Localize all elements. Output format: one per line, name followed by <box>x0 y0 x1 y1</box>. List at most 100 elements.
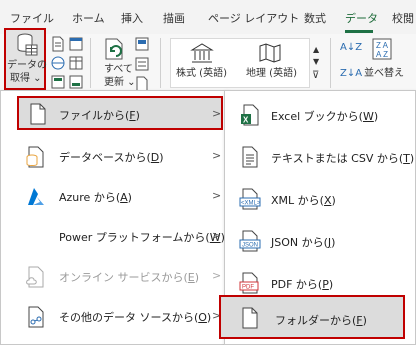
sort-az-icon[interactable]: A↓Z <box>340 42 362 54</box>
gallery-up-icon[interactable]: ▲ <box>313 44 319 56</box>
gallery-down-icon[interactable]: ▼ <box>313 56 319 68</box>
accelerator-key: P <box>322 278 329 291</box>
tab-formulas[interactable]: 数式 <box>304 10 326 26</box>
xml-icon: <XML> <box>239 188 261 210</box>
accelerator-key: T <box>403 152 410 165</box>
geography-map-icon[interactable] <box>258 42 282 64</box>
queries-connections-icon[interactable] <box>134 36 150 52</box>
from-web-small-icon[interactable] <box>50 55 66 71</box>
pdf-icon: PDF <box>239 272 259 294</box>
menu-item-from-file[interactable]: ファイルから(F) > <box>17 96 223 130</box>
sort-button[interactable]: 並べ替え <box>364 68 404 80</box>
submenu-item-label: PDF から( <box>271 278 323 291</box>
svg-text:Z A: Z A <box>376 41 389 50</box>
accelerator-key: X <box>323 194 332 207</box>
menu-item-from-power-platform[interactable]: Power プラットフォームから(W) > <box>1 218 227 256</box>
from-text-icon[interactable] <box>50 36 66 52</box>
label-suffix: ) <box>159 151 164 164</box>
label-suffix: ) <box>328 278 334 291</box>
menu-item-from-database[interactable]: データベースから(D) > <box>1 138 227 176</box>
submenu-arrow-icon: > <box>212 149 222 162</box>
stocks-button[interactable]: 株式 (英語) <box>176 68 227 80</box>
from-web-icon[interactable] <box>68 36 84 52</box>
accelerator-key: E <box>187 271 195 284</box>
azure-icon <box>28 188 44 205</box>
excel-workbook-icon: X <box>241 104 259 126</box>
sort-dialog-icon[interactable]: Z A A Z <box>372 38 392 60</box>
json-icon-text: JSON <box>242 243 258 249</box>
submenu-item-from-excel-workbook[interactable]: X Excel ブックから(W) <box>225 97 415 133</box>
submenu-item-from-text-csv[interactable]: テキストまたは CSV から(T) <box>225 139 415 175</box>
folder-file-icon <box>242 307 258 329</box>
database-table-icon <box>17 33 38 56</box>
other-sources-icon <box>28 306 44 328</box>
get-data-button[interactable]: データの 取得 ⌄ <box>4 28 47 90</box>
cloud-file-icon <box>26 266 44 288</box>
ribbon-separator <box>90 38 91 88</box>
submenu-item-label: フォルダーから( <box>275 314 357 327</box>
label-suffix: ) <box>127 191 132 204</box>
ribbon-tab-bar: ファイル ホーム 挿入 描画 ページ レイアウト 数式 データ 校閲 <box>0 0 416 34</box>
label-suffix: ) <box>373 110 379 123</box>
ribbon-separator-3 <box>330 38 331 88</box>
gallery-more-icon[interactable]: ⊽ <box>312 70 319 82</box>
menu-item-label: Azure から( <box>59 191 121 204</box>
text-csv-icon <box>242 146 258 168</box>
from-table-icon[interactable] <box>68 55 84 71</box>
label-suffix: ) <box>362 314 367 327</box>
refresh-all-label-line1: すべて <box>104 64 133 75</box>
label-suffix: ) <box>331 236 336 249</box>
sort-za-icon[interactable]: Z↓A <box>340 68 362 80</box>
refresh-all-label-line2: 更新 ⌄ <box>104 77 136 88</box>
pdf-icon-text: PDF <box>242 285 254 291</box>
accelerator-key: D <box>150 151 160 164</box>
database-icon <box>26 146 44 168</box>
menu-item-label: Power プラットフォームから( <box>59 231 210 244</box>
geography-button[interactable]: 地理 (英語) <box>246 68 297 80</box>
tab-home[interactable]: ホーム <box>72 10 105 26</box>
tab-file[interactable]: ファイル <box>10 10 54 26</box>
get-data-menu: ファイルから(F) > データベースから(D) > Azure から(A) > … <box>0 90 228 345</box>
menu-item-from-other-sources[interactable]: その他のデータ ソースから(O) > <box>1 298 227 336</box>
existing-connections-icon[interactable] <box>68 74 84 90</box>
menu-item-label: オンライン サービスから( <box>59 271 188 284</box>
properties-icon[interactable] <box>134 56 150 72</box>
menu-item-from-azure[interactable]: Azure から(A) > <box>1 178 227 216</box>
menu-item-label: ファイルから( <box>59 109 130 122</box>
svg-text:A Z: A Z <box>376 50 388 59</box>
tab-review[interactable]: 校閲 <box>392 10 414 26</box>
submenu-arrow-icon: > <box>212 107 222 120</box>
submenu-item-label: XML から( <box>271 194 324 207</box>
submenu-item-label: JSON から( <box>271 236 328 249</box>
menu-item-from-online-services[interactable]: オンライン サービスから(E) > <box>1 258 227 296</box>
label-suffix: ) <box>409 152 415 165</box>
submenu-item-from-folder[interactable]: フォルダーから(F) <box>219 295 405 339</box>
accelerator-key: O <box>198 311 207 324</box>
tab-insert[interactable]: 挿入 <box>121 10 143 26</box>
from-file-submenu: X Excel ブックから(W) テキストまたは CSV から(T) <XML>… <box>219 90 416 345</box>
tab-data[interactable]: データ <box>345 10 378 26</box>
submenu-item-label: テキストまたは CSV から( <box>271 152 404 165</box>
submenu-item-label: Excel ブックから( <box>271 110 363 123</box>
accelerator-key: A <box>120 191 128 204</box>
accelerator-key: W <box>362 110 374 123</box>
menu-item-label: その他のデータ ソースから( <box>59 311 199 324</box>
label-suffix: ) <box>135 109 140 122</box>
submenu-item-from-xml[interactable]: <XML> XML から(X) <box>225 181 415 217</box>
xml-icon-text: <XML> <box>241 201 261 207</box>
file-icon <box>30 103 46 125</box>
label-suffix: ) <box>206 311 212 324</box>
label-suffix: ) <box>194 271 200 284</box>
refresh-all-icon[interactable] <box>102 36 128 62</box>
get-data-label-line1: データの <box>7 60 47 71</box>
menu-item-label: データベースから( <box>59 151 151 164</box>
ribbon-separator-2 <box>160 38 161 88</box>
tab-draw[interactable]: 描画 <box>163 10 185 26</box>
tab-page-layout[interactable]: ページ レイアウト <box>208 10 299 26</box>
stocks-bank-icon[interactable] <box>190 42 214 64</box>
recent-sources-icon[interactable] <box>50 74 66 90</box>
label-suffix: ) <box>331 194 336 207</box>
submenu-item-from-json[interactable]: JSON JSON から(J) <box>225 223 415 259</box>
submenu-arrow-icon: > <box>212 189 222 202</box>
submenu-arrow-icon: > <box>212 229 222 242</box>
